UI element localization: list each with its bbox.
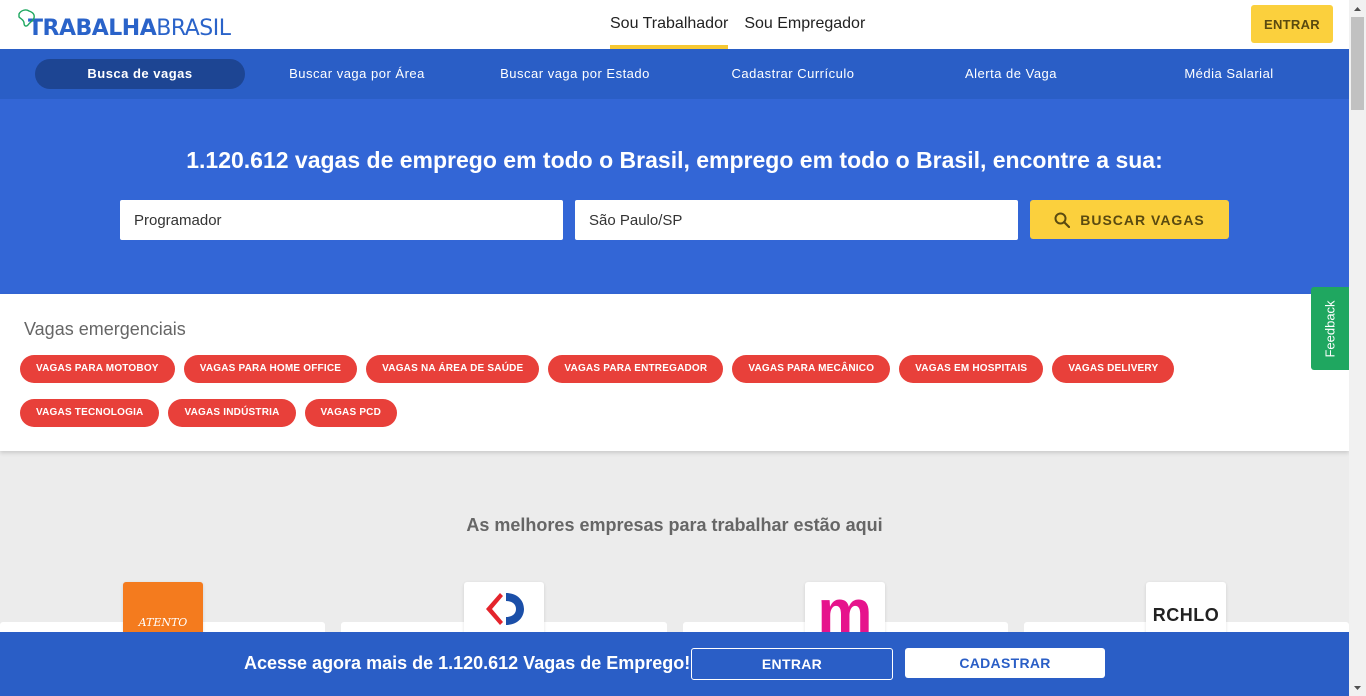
emergency-jobs-section: Vagas emergenciais VAGAS PARA MOTOBOY VA… [0, 294, 1349, 451]
chip-mecanico[interactable]: VAGAS PARA MECÂNICO [732, 355, 891, 383]
chip-home-office[interactable]: VAGAS PARA HOME OFFICE [183, 355, 358, 383]
feedback-label: Feedback [1322, 299, 1338, 358]
search-button[interactable]: BUSCAR VAGAS [1030, 200, 1229, 239]
audience-tabs: Sou Trabalhador Sou Empregador [610, 0, 881, 49]
chip-hospitais[interactable]: VAGAS EM HOSPITAIS [899, 355, 1044, 383]
nav-media-salarial[interactable]: Média Salarial [1124, 59, 1334, 89]
tab-sou-trabalhador[interactable]: Sou Trabalhador [610, 0, 729, 49]
chip-saude[interactable]: VAGAS NA ÁREA DE SAÚDE [366, 355, 540, 383]
nav-alerta-de-vaga[interactable]: Alerta de Vaga [906, 59, 1116, 89]
chip-tecnologia[interactable]: VAGAS TECNOLOGIA [20, 399, 160, 427]
job-search-input[interactable] [120, 200, 563, 240]
emergency-jobs-title: Vagas emergenciais [24, 319, 186, 339]
trabalhabrasil-logo[interactable]: TRABALHABRASIL [16, 8, 231, 41]
location-input[interactable] [575, 200, 1018, 240]
nav-busca-de-vagas[interactable]: Busca de vagas [35, 59, 245, 89]
bottom-login-button[interactable]: ENTRAR [691, 648, 893, 680]
nav-cadastrar-curriculo[interactable]: Cadastrar Currículo [688, 59, 898, 89]
logo-text-part2: BRASIL [156, 16, 231, 41]
bottom-cta-bar: Acesse agora mais de 1.120.612 Vagas de … [0, 632, 1349, 696]
feedback-tab[interactable]: Feedback [1311, 287, 1349, 370]
chip-delivery[interactable]: VAGAS DELIVERY [1052, 355, 1175, 383]
chip-entregador[interactable]: VAGAS PARA ENTREGADOR [548, 355, 724, 383]
chip-motoboy[interactable]: VAGAS PARA MOTOBOY [20, 355, 175, 383]
main-nav: Busca de vagas Buscar vaga por Área Busc… [0, 49, 1349, 99]
hero-title: 1.120.612 vagas de emprego em todo o Bra… [186, 147, 1163, 173]
brazil-map-icon [18, 9, 35, 27]
nav-buscar-por-area[interactable]: Buscar vaga por Área [252, 59, 462, 89]
page-scrollbar[interactable] [1349, 0, 1366, 696]
top-header: TRABALHABRASIL Sou Trabalhador Sou Empre… [0, 0, 1349, 49]
scrollbar-thumb[interactable] [1351, 17, 1364, 110]
bottom-signup-button[interactable]: CADASTRAR [905, 648, 1105, 678]
companies-title: As melhores empresas para trabalhar estã… [466, 515, 883, 535]
logo-text-part1: TRABALHA [28, 16, 157, 41]
scroll-up-arrow-icon[interactable] [1349, 0, 1366, 17]
login-button[interactable]: ENTRAR [1251, 5, 1333, 43]
chip-pcd[interactable]: VAGAS PCD [304, 399, 398, 427]
scroll-down-arrow-icon[interactable] [1349, 679, 1366, 696]
chip-industria[interactable]: VAGAS INDÚSTRIA [168, 399, 296, 427]
tab-sou-empregador[interactable]: Sou Empregador [744, 0, 865, 49]
carrefour-icon [486, 593, 524, 625]
search-button-label: BUSCAR VAGAS [1080, 211, 1205, 228]
bottom-cta-text: Acesse agora mais de 1.120.612 Vagas de … [244, 653, 691, 673]
hero-search: 1.120.612 vagas de emprego em todo o Bra… [0, 99, 1349, 294]
emergency-chips: VAGAS PARA MOTOBOY VAGAS PARA HOME OFFIC… [20, 355, 1320, 443]
search-icon [1054, 212, 1071, 228]
nav-buscar-por-estado[interactable]: Buscar vaga por Estado [470, 59, 680, 89]
